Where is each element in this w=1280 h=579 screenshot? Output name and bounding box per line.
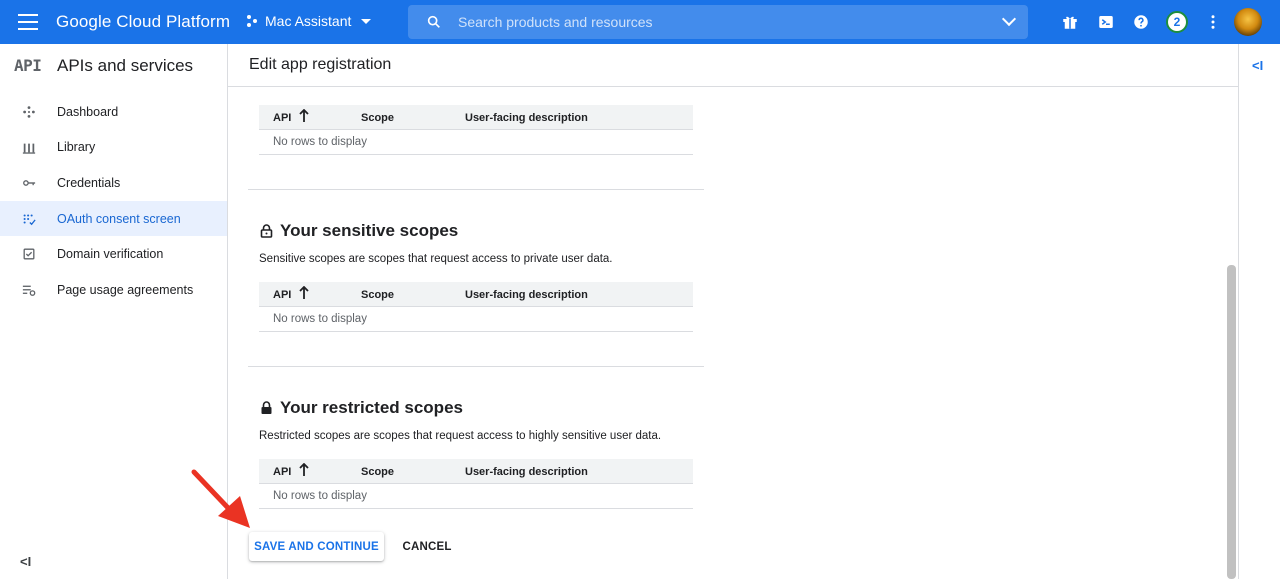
section-divider — [248, 189, 704, 190]
table-empty-row: No rows to display — [259, 307, 693, 332]
section-divider — [248, 366, 704, 367]
dashboard-icon — [23, 106, 35, 118]
page-title: Edit app registration — [249, 56, 392, 73]
sort-arrow-up-icon[interactable] — [299, 463, 309, 477]
empty-message: No rows to display — [273, 313, 367, 325]
column-header-description: User-facing description — [465, 289, 588, 301]
expand-panel-button[interactable]: <I — [1252, 58, 1263, 73]
sort-arrow-up-icon[interactable] — [299, 109, 309, 123]
column-header-api[interactable]: API — [273, 112, 291, 124]
scopes-table: API Scope User-facing description No row… — [259, 105, 693, 155]
cancel-button[interactable]: CANCEL — [395, 532, 459, 561]
column-header-scope: Scope — [361, 112, 395, 124]
table-empty-row: No rows to display — [259, 130, 693, 155]
table-header: API Scope User-facing description — [259, 105, 693, 130]
collapse-sidebar-button[interactable]: <I — [20, 554, 31, 569]
search-icon — [427, 15, 440, 28]
avatar[interactable] — [1234, 8, 1262, 36]
column-header-scope: Scope — [361, 466, 395, 478]
save-and-continue-button[interactable]: SAVE AND CONTINUE — [249, 532, 384, 561]
project-icon — [247, 15, 259, 27]
sidebar-item-credentials[interactable]: Credentials — [0, 165, 227, 201]
page-header: Edit app registration — [228, 44, 1238, 87]
search-input[interactable] — [458, 12, 978, 32]
section-title-text: Your sensitive scopes — [280, 221, 459, 240]
chevron-down-icon[interactable] — [1001, 11, 1017, 27]
sensitive-scopes-description: Sensitive scopes are scopes that request… — [259, 253, 613, 265]
checkbox-icon — [23, 248, 35, 260]
sidebar-nav: Dashboard Library Credentials OAuth cons… — [0, 94, 227, 308]
restricted-scopes-description: Restricted scopes are scopes that reques… — [259, 430, 662, 442]
consent-icon — [23, 214, 36, 226]
column-header-api[interactable]: API — [273, 466, 291, 478]
caret-down-icon — [361, 18, 372, 24]
section-title-text: Your restricted scopes — [280, 398, 463, 417]
sensitive-scopes-table: API Scope User-facing description No row… — [259, 282, 693, 332]
right-info-panel: <I — [1238, 44, 1280, 579]
sidebar-item-label: Dashboard — [57, 104, 119, 119]
sidebar-title: APIs and services — [57, 56, 194, 75]
column-header-scope: Scope — [361, 289, 395, 301]
settings-list-icon — [22, 285, 36, 296]
project-selector[interactable]: Mac Assistant — [247, 13, 372, 29]
lock-icon — [261, 401, 272, 414]
help-icon[interactable] — [1132, 13, 1150, 31]
restricted-scopes-table: API Scope User-facing description No row… — [259, 459, 693, 509]
notification-badge[interactable]: 2 — [1166, 11, 1188, 33]
column-header-description: User-facing description — [465, 112, 588, 124]
annotation-arrow-icon — [191, 469, 250, 528]
top-app-bar: Google Cloud Platform Mac Assistant 2 — [0, 0, 1280, 44]
lock-open-outline-icon — [260, 224, 273, 238]
sidebar-item-label: OAuth consent screen — [57, 211, 181, 226]
sidebar-item-oauth-consent-screen[interactable]: OAuth consent screen — [0, 200, 227, 237]
key-icon — [23, 180, 36, 187]
table-header: API Scope User-facing description — [259, 282, 693, 307]
sidebar-item-page-usage-agreements[interactable]: Page usage agreements — [0, 272, 227, 308]
sidebar-item-domain-verification[interactable]: Domain verification — [0, 236, 227, 272]
table-header: API Scope User-facing description — [259, 459, 693, 484]
sensitive-scopes-heading: Your sensitive scopes — [260, 221, 458, 241]
search-bar[interactable] — [408, 5, 1028, 39]
library-icon — [22, 143, 36, 154]
sidebar-item-library[interactable]: Library — [0, 130, 227, 166]
empty-message: No rows to display — [273, 490, 367, 502]
table-empty-row: No rows to display — [259, 484, 693, 509]
project-name: Mac Assistant — [265, 13, 352, 29]
hamburger-icon[interactable] — [18, 14, 38, 30]
column-header-description: User-facing description — [465, 466, 588, 478]
brand-title[interactable]: Google Cloud Platform — [56, 12, 230, 32]
sort-arrow-up-icon[interactable] — [299, 286, 309, 300]
sidebar-item-dashboard[interactable]: Dashboard — [0, 94, 227, 130]
sidebar-item-label: Library — [57, 140, 96, 155]
empty-message: No rows to display — [273, 136, 367, 148]
sidebar-item-label: Credentials — [57, 175, 121, 190]
api-logo: API — [14, 56, 42, 75]
terminal-icon[interactable] — [1097, 13, 1115, 31]
column-header-api[interactable]: API — [273, 289, 291, 301]
sidebar-item-label: Domain verification — [57, 247, 164, 262]
sidebar-item-label: Page usage agreements — [57, 282, 194, 297]
gift-icon[interactable] — [1061, 13, 1079, 31]
restricted-scopes-heading: Your restricted scopes — [260, 398, 463, 418]
more-vert-icon[interactable] — [1204, 13, 1222, 31]
scrollbar-thumb[interactable] — [1227, 265, 1236, 579]
